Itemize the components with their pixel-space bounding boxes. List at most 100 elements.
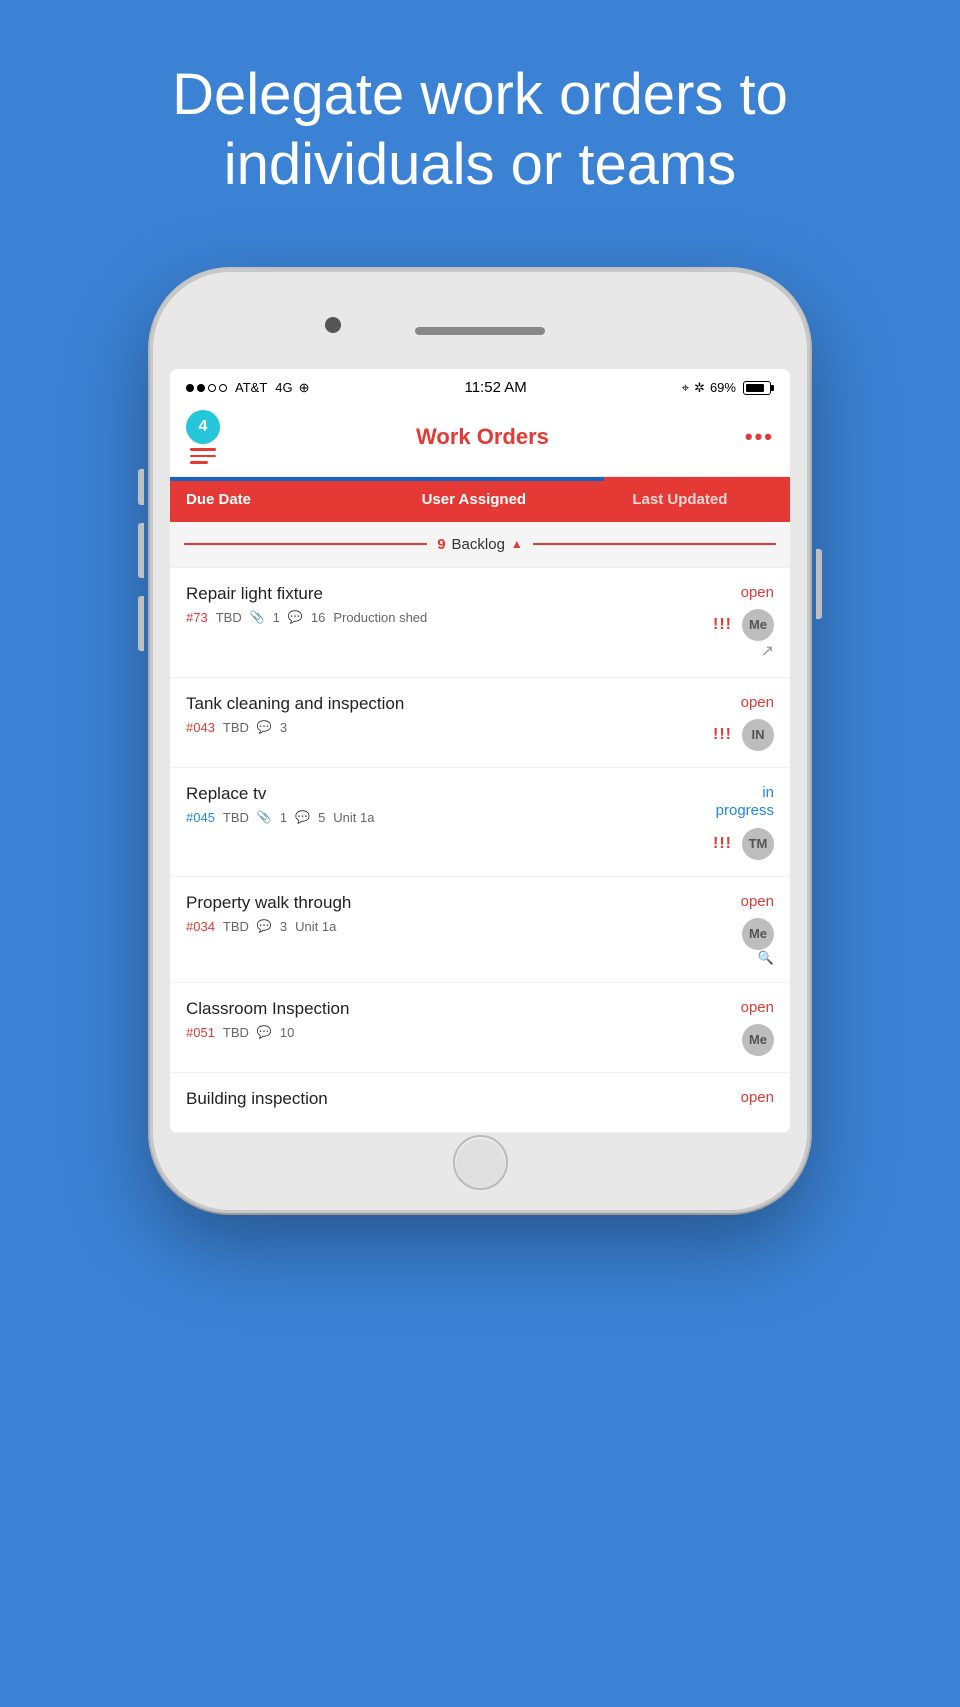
search-icon-4: 🔍 — [758, 950, 774, 966]
card-actions-4: Me — [742, 918, 774, 950]
phone-screen: AT&T 4G ⊕ 11:52 AM ⌖ ✲ 69% — [170, 369, 790, 1133]
menu-icon — [190, 448, 216, 464]
priority-icon-1: !!! — [713, 616, 732, 634]
status-4: open — [741, 893, 774, 910]
mute-button[interactable] — [138, 596, 144, 651]
card-title-5: Classroom Inspection — [186, 999, 634, 1019]
card-tbd-5: TBD — [223, 1025, 249, 1040]
column-headers-wrapper: Due Date User Assigned Last Updated — [170, 477, 790, 522]
card-title-1: Repair light fixture — [186, 584, 634, 604]
comment-icon-4: 💬 — [257, 919, 272, 933]
badge-count: 4 — [199, 418, 208, 436]
comment-count-1: 16 — [311, 610, 325, 625]
battery-icon — [741, 381, 774, 395]
backlog-row[interactable]: 9 Backlog ▲ — [170, 522, 790, 568]
progress-bar — [170, 477, 604, 481]
status-6: open — [741, 1089, 774, 1106]
priority-icon-2: !!! — [713, 726, 732, 744]
card-actions-1: !!! Me — [713, 609, 774, 641]
card-right-3: inprogress !!! TM — [634, 784, 774, 860]
attachment-count-1: 1 — [273, 610, 280, 625]
card-id-5: #051 — [186, 1025, 215, 1040]
backlog-label: Backlog — [452, 536, 505, 553]
work-order-card-6[interactable]: Building inspection open — [170, 1073, 790, 1133]
location-1: Production shed — [333, 610, 427, 625]
col-header-due-date: Due Date — [170, 477, 406, 522]
network-type-label: 4G — [275, 380, 292, 395]
notification-badge[interactable]: 4 — [186, 410, 220, 464]
comment-count-2: 3 — [280, 720, 287, 735]
status-3: inprogress — [716, 784, 774, 820]
battery-percent: 69% — [710, 380, 736, 395]
card-right-2: open !!! IN — [634, 694, 774, 751]
activity-spinner: ⊕ — [299, 380, 310, 396]
card-id-1: #73 — [186, 610, 208, 625]
attachment-count-3: 1 — [280, 810, 287, 825]
headline: Delegate work orders to individuals or t… — [0, 0, 960, 249]
menu-line-2 — [190, 455, 216, 458]
bluetooth-icon: ✲ — [694, 380, 705, 396]
card-actions-5: Me — [742, 1024, 774, 1056]
work-order-card-5[interactable]: Classroom Inspection #051 TBD 💬 10 open … — [170, 983, 790, 1073]
comment-count-3: 5 — [318, 810, 325, 825]
work-order-card-2[interactable]: Tank cleaning and inspection #043 TBD 💬 … — [170, 678, 790, 768]
phone-top — [170, 289, 790, 369]
card-left-1: Repair light fixture #73 TBD 📎 1 💬 16 Pr… — [186, 584, 634, 661]
card-meta-1: #73 TBD 📎 1 💬 16 Production shed — [186, 610, 634, 625]
col-header-user-assigned: User Assigned — [406, 477, 617, 522]
menu-line-3 — [190, 461, 208, 464]
status-left: AT&T 4G ⊕ — [186, 380, 310, 396]
work-order-card-3[interactable]: Replace tv #045 TBD 📎 1 💬 5 Unit 1a inpr — [170, 768, 790, 877]
status-5: open — [741, 999, 774, 1016]
comment-icon-2: 💬 — [257, 720, 272, 734]
backlog-line-left — [184, 543, 427, 545]
comment-count-4: 3 — [280, 919, 287, 934]
carrier-label: AT&T — [235, 380, 267, 395]
signal-dot-2 — [197, 384, 205, 392]
card-id-2: #043 — [186, 720, 215, 735]
attachment-icon-3: 📎 — [257, 810, 272, 824]
card-right-1: open !!! Me ↗ — [634, 584, 774, 661]
signal-dots — [186, 384, 227, 392]
card-tbd-3: TBD — [223, 810, 249, 825]
more-button[interactable]: ••• — [745, 424, 774, 450]
card-right-6: open — [634, 1089, 774, 1116]
comment-count-5: 10 — [280, 1025, 294, 1040]
app-title: Work Orders — [416, 424, 549, 450]
signal-dot-1 — [186, 384, 194, 392]
card-meta-4: #034 TBD 💬 3 Unit 1a — [186, 919, 634, 934]
column-headers: Due Date User Assigned Last Updated — [170, 477, 790, 522]
headline-line1: Delegate work orders to — [172, 62, 788, 127]
camera-icon — [325, 317, 341, 333]
signal-dot-4 — [219, 384, 227, 392]
card-id-3: #045 — [186, 810, 215, 825]
page-background: Delegate work orders to individuals or t… — [0, 0, 960, 1707]
comment-icon-3: 💬 — [295, 810, 310, 824]
power-button[interactable] — [816, 549, 822, 619]
location-4: Unit 1a — [295, 919, 336, 934]
priority-icon-3: !!! — [713, 835, 732, 853]
backlog-arrow: ▲ — [511, 537, 523, 551]
card-actions-3: !!! TM — [713, 828, 774, 860]
phone-container: AT&T 4G ⊕ 11:52 AM ⌖ ✲ 69% — [0, 249, 960, 1213]
expand-icon-1: ↗ — [761, 641, 774, 661]
status-2: open — [741, 694, 774, 711]
card-id-4: #034 — [186, 919, 215, 934]
status-1: open — [741, 584, 774, 601]
volume-up-button[interactable] — [138, 469, 144, 505]
home-button[interactable] — [453, 1135, 508, 1190]
card-left-2: Tank cleaning and inspection #043 TBD 💬 … — [186, 694, 634, 751]
side-buttons-right — [816, 549, 822, 619]
work-order-card-1[interactable]: Repair light fixture #73 TBD 📎 1 💬 16 Pr… — [170, 568, 790, 678]
speaker-icon — [415, 327, 545, 335]
comment-icon-5: 💬 — [257, 1025, 272, 1039]
volume-down-button[interactable] — [138, 523, 144, 578]
card-tbd-2: TBD — [223, 720, 249, 735]
card-left-6: Building inspection — [186, 1089, 634, 1116]
card-tbd-4: TBD — [223, 919, 249, 934]
comment-icon-1: 💬 — [288, 610, 303, 624]
work-order-card-4[interactable]: Property walk through #034 TBD 💬 3 Unit … — [170, 877, 790, 983]
card-meta-2: #043 TBD 💬 3 — [186, 720, 634, 735]
location-3: Unit 1a — [333, 810, 374, 825]
card-left-5: Classroom Inspection #051 TBD 💬 10 — [186, 999, 634, 1056]
